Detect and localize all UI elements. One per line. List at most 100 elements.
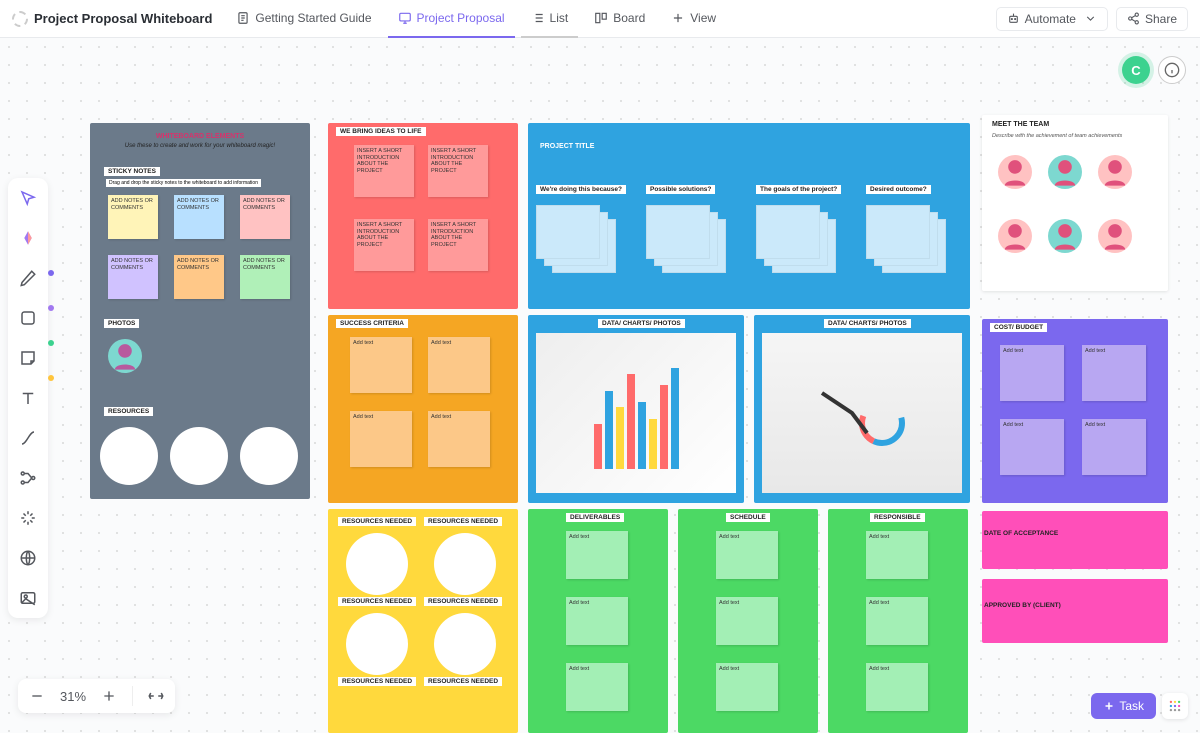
sticky-note[interactable]: Add text: [428, 337, 490, 393]
share-button[interactable]: Share: [1116, 7, 1188, 31]
sticky-note[interactable]: ADD NOTES OR COMMENTS: [174, 195, 224, 239]
note-stack[interactable]: [536, 205, 618, 277]
sticky-note[interactable]: INSERT A SHORT INTRODUCTION ABOUT THE PR…: [354, 219, 414, 271]
text-tool[interactable]: [14, 384, 42, 412]
ideas-panel[interactable]: WE BRING IDEAS TO LIFE INSERT A SHORT IN…: [328, 123, 518, 309]
sparkle-tool[interactable]: [14, 504, 42, 532]
robot-icon: [1007, 12, 1020, 25]
sticky-note[interactable]: Add text: [1000, 345, 1064, 401]
shape-tool[interactable]: [14, 304, 42, 332]
chart-image[interactable]: [536, 333, 736, 493]
cost-panel[interactable]: COST/ BUDGET Add text Add text Add text …: [982, 319, 1168, 503]
res-label-5: RESOURCES NEEDED: [338, 677, 416, 686]
sticky-note[interactable]: Add text: [716, 531, 778, 579]
sticky-note[interactable]: INSERT A SHORT INTRODUCTION ABOUT THE PR…: [428, 145, 488, 197]
resource-circle[interactable]: [170, 427, 228, 485]
note-stack[interactable]: [866, 205, 948, 277]
diamond-tool[interactable]: [14, 224, 42, 252]
approved-panel[interactable]: APPROVED BY (CLIENT): [982, 579, 1168, 643]
sticky-note[interactable]: Add text: [350, 337, 412, 393]
data2-panel[interactable]: DATA/ CHARTS/ PHOTOS: [754, 315, 970, 503]
sticky-note[interactable]: Add text: [566, 531, 628, 579]
team-panel[interactable]: MEET THE TEAM Describe with the achievem…: [982, 115, 1168, 291]
project-q3: The goals of the project?: [756, 185, 841, 194]
sticky-note[interactable]: Add text: [866, 597, 928, 645]
resource-circle[interactable]: [434, 533, 496, 595]
connector-tool[interactable]: [14, 424, 42, 452]
sticky-note[interactable]: Add text: [716, 597, 778, 645]
resource-circle[interactable]: [240, 427, 298, 485]
tab-board[interactable]: Board: [584, 0, 655, 38]
cursor-tool[interactable]: [14, 184, 42, 212]
team-avatar[interactable]: [1048, 155, 1082, 189]
tab-guide[interactable]: Getting Started Guide: [226, 0, 381, 38]
image-tool[interactable]: [14, 584, 42, 612]
project-q4: Desired outcome?: [866, 185, 931, 194]
sticky-note[interactable]: Add text: [566, 597, 628, 645]
help-button[interactable]: [1158, 56, 1186, 84]
team-avatar[interactable]: [1098, 219, 1132, 253]
avatar-placeholder[interactable]: [108, 339, 142, 373]
sticky-note[interactable]: Add text: [428, 411, 490, 467]
project-title: PROJECT TITLE: [540, 143, 594, 150]
sticky-note[interactable]: ADD NOTES OR COMMENTS: [108, 255, 158, 299]
elements-title: WHITEBOARD ELEMENTS: [90, 133, 310, 140]
sticky-note[interactable]: INSERT A SHORT INTRODUCTION ABOUT THE PR…: [428, 219, 488, 271]
sticky-note[interactable]: Add text: [566, 663, 628, 711]
tab-list[interactable]: List: [521, 0, 579, 38]
sticky-note[interactable]: ADD NOTES OR COMMENTS: [174, 255, 224, 299]
resource-circle[interactable]: [434, 613, 496, 675]
acceptance-panel[interactable]: DATE OF ACCEPTANCE: [982, 511, 1168, 569]
sticky-note[interactable]: Add text: [866, 663, 928, 711]
user-avatar[interactable]: C: [1122, 56, 1150, 84]
sticky-note[interactable]: INSERT A SHORT INTRODUCTION ABOUT THE PR…: [354, 145, 414, 197]
schedule-panel[interactable]: SCHEDULE Add text Add text Add text: [678, 509, 818, 733]
note-stack[interactable]: [756, 205, 838, 277]
sticky-tool[interactable]: [14, 344, 42, 372]
automate-button[interactable]: Automate: [996, 7, 1108, 31]
pen-tool[interactable]: [14, 264, 42, 292]
schedule-title: SCHEDULE: [726, 513, 770, 522]
deliverables-panel[interactable]: DELIVERABLES Add text Add text Add text: [528, 509, 668, 733]
tab-add-view[interactable]: View: [661, 0, 726, 38]
team-title: MEET THE TEAM: [992, 121, 1049, 128]
sticky-note[interactable]: Add text: [716, 663, 778, 711]
sticky-note[interactable]: Add text: [350, 411, 412, 467]
sticky-note[interactable]: ADD NOTES OR COMMENTS: [240, 255, 290, 299]
res-label-3: RESOURCES NEEDED: [338, 597, 416, 606]
res-label-2: RESOURCES NEEDED: [424, 517, 502, 526]
project-q1: We're doing this because?: [536, 185, 626, 194]
sticky-note[interactable]: Add text: [1082, 419, 1146, 475]
resource-circle[interactable]: [346, 613, 408, 675]
board-icon: [594, 11, 608, 25]
elements-panel[interactable]: WHITEBOARD ELEMENTS Use these to create …: [90, 123, 310, 499]
web-tool[interactable]: [14, 544, 42, 572]
sticky-note[interactable]: ADD NOTES OR COMMENTS: [240, 195, 290, 239]
tab-proposal[interactable]: Project Proposal: [388, 0, 515, 38]
resource-circle[interactable]: [346, 533, 408, 595]
sticky-note[interactable]: Add text: [1082, 345, 1146, 401]
data1-panel[interactable]: DATA/ CHARTS/ PHOTOS: [528, 315, 744, 503]
team-avatar[interactable]: [998, 219, 1032, 253]
project-panel[interactable]: PROJECT TITLE We're doing this because? …: [528, 123, 970, 309]
team-avatar[interactable]: [1098, 155, 1132, 189]
responsible-panel[interactable]: RESPONSIBLE Add text Add text Add text: [828, 509, 968, 733]
sticky-note[interactable]: ADD NOTES OR COMMENTS: [108, 195, 158, 239]
color-dot-3: [48, 340, 54, 346]
chart-image-hand[interactable]: [762, 333, 962, 493]
project-q2: Possible solutions?: [646, 185, 715, 194]
zoom-out-button[interactable]: [26, 685, 48, 707]
note-stack[interactable]: [646, 205, 728, 277]
resources-panel[interactable]: RESOURCES NEEDED RESOURCES NEEDED RESOUR…: [328, 509, 518, 733]
sticky-note[interactable]: Add text: [1000, 419, 1064, 475]
branch-tool[interactable]: [14, 464, 42, 492]
res-label-4: RESOURCES NEEDED: [424, 597, 502, 606]
success-panel[interactable]: SUCCESS CRITERIA Add text Add text Add t…: [328, 315, 518, 503]
drag-hint: Drag and drop the sticky notes to the wh…: [106, 179, 261, 187]
whiteboard-content: WHITEBOARD ELEMENTS Use these to create …: [90, 123, 1176, 733]
resource-circle[interactable]: [100, 427, 158, 485]
whiteboard-canvas[interactable]: C 31% Task: [0, 38, 1200, 733]
sticky-note[interactable]: Add text: [866, 531, 928, 579]
team-avatar[interactable]: [1048, 219, 1082, 253]
team-avatar[interactable]: [998, 155, 1032, 189]
